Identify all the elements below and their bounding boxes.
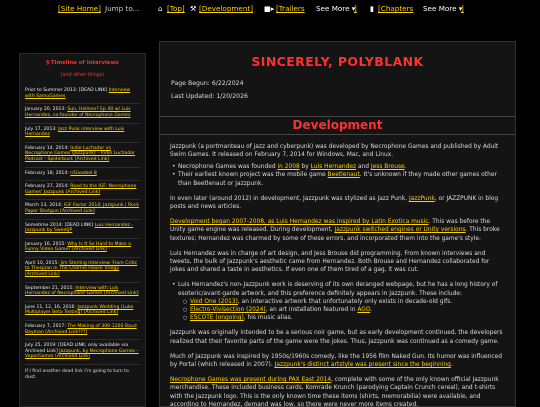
sidebar-footer: If I find another dead link I'm going to… (25, 369, 129, 380)
timeline-date: February 18, 2014: (25, 170, 69, 176)
site-home-link[interactable]: [Site Home] (58, 4, 101, 13)
development-began-link[interactable]: Development began 2007-2008, as Luis Her… (170, 219, 428, 225)
paragraph-development-began: Development began 2007-2008, as Luis Her… (170, 219, 500, 242)
page-title: SINCERELY, POLYBLANK (251, 54, 424, 69)
timeline-item: February 18, 2014: r/Gaezbel 8 (25, 168, 140, 182)
book-icon: ▮ (370, 4, 374, 13)
sidebar-subtitle: (and other things) (60, 72, 105, 78)
timeline-list: Prior to Summer 2013: [DEAD LINK] Interv… (20, 85, 145, 365)
top-navigation: [Site Home] Jump to... ⌂ [Top] ⚒ [Develo… (0, 0, 540, 18)
paragraph-inspiration: Much of Jazzpunk was inspired by 1950s/1… (170, 353, 502, 369)
paragraph-intro: Jazzpunk (a portmanteau of jazz and cybe… (170, 143, 499, 159)
top-link[interactable]: [Top] (167, 4, 185, 13)
switched-engines-link[interactable]: Jazzpunk switched engines or Unity versi… (335, 227, 466, 233)
trailers-close-bracket: ] (354, 4, 357, 13)
timeline-item: July 17, 2013: Jazz Punk interview with … (25, 124, 140, 143)
trailers-link[interactable]: [Trailers (276, 4, 305, 13)
video-camera-icon: ■▸ (264, 4, 275, 13)
void-one-link[interactable]: Void One (2013) (190, 299, 238, 305)
escote-link[interactable]: ESCOTE (ongoing) (190, 315, 244, 321)
paragraph-stylized: In even later (around 2012) in developme… (170, 195, 499, 211)
trailers-see-more-dropdown[interactable]: See More ▾ (316, 4, 355, 13)
timeline-item: March 13, 2014: IGF Factor 2014: Jazzpun… (25, 200, 140, 220)
timeline-item: February 27, 2014: Road to the IGF: Necr… (25, 181, 140, 201)
home-icon: ⌂ (158, 4, 163, 13)
paragraph-noir: Jazzpunk was originally intended to be a… (170, 330, 503, 345)
interviews-sidebar: § Timeline of Interviews (and other thin… (19, 53, 146, 407)
paragraph-pax: Necrophone Games was present during PAX … (170, 377, 499, 407)
bullet-beetlenaut: Their earliest known project was the mob… (172, 171, 505, 187)
timeline-date: July 17, 2013: (25, 126, 57, 132)
artstyle-link[interactable]: Jazzpunk's distinct artstyle was present… (275, 362, 451, 368)
in-2008-link[interactable]: in 2008 (277, 164, 299, 170)
timeline-date: Sometime 2014: [DEAD LINK] (25, 222, 94, 228)
development-link[interactable]: [Development] (199, 4, 253, 13)
sidebar-title: § Timeline of Interviews (46, 60, 119, 66)
chapters-link[interactable]: [Chapters (378, 4, 413, 13)
page-begun: Page Begun: 6/22/2024 (171, 80, 244, 88)
timeline-item: June 11, 12, 16, 2016: Jazzpunk Wedding … (25, 302, 140, 322)
bullet-other-work: Luis Hernandez's non-Jazzpunk work is de… (172, 281, 505, 297)
ago-link[interactable]: AGO (357, 307, 370, 313)
chapters-see-more-dropdown[interactable]: See More ▾ (423, 4, 462, 13)
jess-brouse-link[interactable]: Jess Brouse (371, 164, 405, 170)
main-content: SINCERELY, POLYBLANK Page Begun: 6/22/20… (159, 41, 516, 407)
wrench-icon: ⚒ (190, 4, 197, 13)
pax-east-link[interactable]: Necrophone Games was present during PAX … (170, 377, 331, 383)
jump-to-label: Jump to... (105, 4, 140, 13)
timeline-link[interactable]: r/Gaezbel 8 (70, 171, 96, 176)
beetlenaut-link[interactable]: Beetlenaut (328, 172, 360, 178)
electro-vivisection-link[interactable]: Electro-Vivisection (2024) (190, 307, 266, 313)
sub-escote: ESCOTE (ongoing), his music alias. (183, 314, 505, 322)
timeline-item: September 21, 2015: Interview with Luis … (25, 283, 140, 302)
development-heading: Development (160, 115, 515, 135)
timeline-item: January 16, 2015: Why Is It So Hard to M… (25, 239, 140, 258)
timeline-date: February 14, 2014: (25, 145, 69, 151)
timeline-item: Sometime 2014: [DEAD LINK] Luis Hernande… (25, 220, 140, 239)
timeline-date: February 27, 2014: (25, 184, 69, 190)
sub-electro-vivisection: Electro-Vivisection (2024), an art insta… (183, 306, 505, 314)
luis-hernandez-link[interactable]: Luis Hernandez (311, 164, 356, 170)
timeline-date: Prior to Summer 2013: [DEAD LINK] (25, 88, 108, 94)
timeline-date: January 20, 2013: (25, 107, 66, 113)
timeline-date: March 13, 2014: (25, 203, 63, 209)
timeline-item: February 7, 2017: The Making of 300-1200… (25, 321, 140, 341)
timeline-date: February 7, 2017: (25, 324, 66, 330)
timeline-item: April 10, 2015: Jim Sterling Interview: … (25, 258, 140, 283)
last-updated: Last Updated: 1/20/2026 (171, 93, 248, 101)
bullet-founded: Necrophone Games was founded in 2008 by … (172, 163, 505, 171)
paragraph-roles: Luis Hernandez was in charge of art desi… (170, 250, 490, 274)
timeline-item: January 20, 2013: Sun, Holmes? Ep 40 w/ … (25, 104, 140, 124)
timeline-item: July 25, 2019: [DEAD LINK; only availabl… (25, 340, 140, 365)
timeline-item: February 14, 2014: Indie Luchador vs Nec… (25, 143, 140, 168)
timeline-item: Prior to Summer 2013: [DEAD LINK] Interv… (25, 85, 140, 105)
timeline-date: September 21, 2015: (25, 285, 74, 291)
timeline-date: January 16, 2015: (25, 241, 66, 247)
chapters-close-bracket: ] (461, 4, 464, 13)
sub-void-one: Void One (2013), an interactive artwork … (183, 298, 505, 306)
jazzpunk-styled-link[interactable]: JazzPunk (409, 196, 435, 202)
